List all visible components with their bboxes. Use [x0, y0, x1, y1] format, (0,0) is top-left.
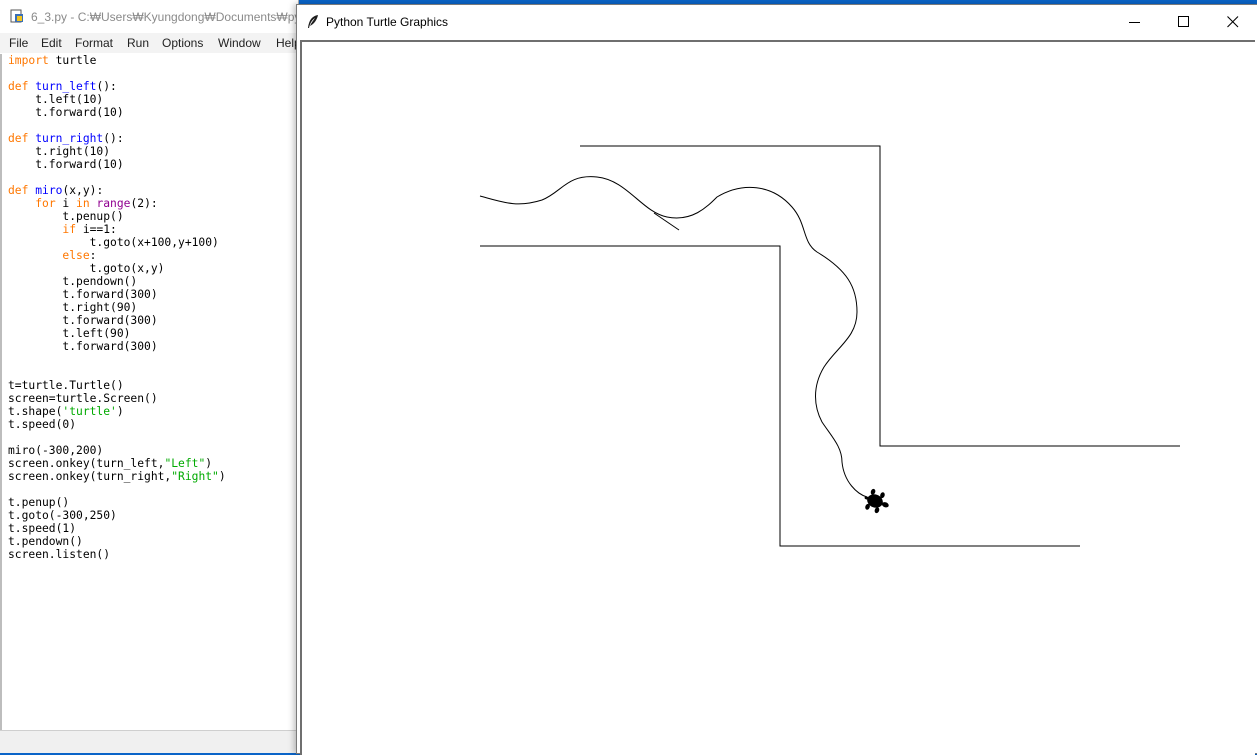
feather-icon: [308, 15, 318, 28]
close-icon: [1227, 16, 1239, 28]
idle-status-bar: [0, 730, 298, 753]
turtle-trail: [479, 176, 868, 498]
close-button[interactable]: [1210, 5, 1256, 39]
menu-run[interactable]: Run: [127, 36, 149, 50]
maze-wall-lower: [480, 245, 1080, 547]
idle-title-text: 6_3.py - C:₩Users₩Kyungdong₩Documents₩py…: [31, 10, 324, 24]
turtle-icon: [864, 488, 889, 514]
turtle-trail-branch: [653, 212, 680, 231]
idle-menu-bar: File Edit Format Run Options Window Help: [0, 33, 301, 53]
turtle-title-bar[interactable]: Python Turtle Graphics: [297, 5, 1257, 39]
editor-gutter: [0, 54, 2, 730]
menu-format[interactable]: Format: [75, 36, 113, 50]
turtle-graphics-window: Python Turtle Graphics: [296, 4, 1257, 755]
minimize-icon: [1129, 22, 1140, 23]
turtle-canvas[interactable]: [300, 40, 1255, 755]
menu-window[interactable]: Window: [218, 36, 261, 50]
turtle-window-title: Python Turtle Graphics: [326, 15, 449, 29]
idle-editor-window: 6_3.py - C:₩Users₩Kyungdong₩Documents₩py…: [0, 0, 324, 753]
python-file-icon: [10, 9, 23, 23]
maximize-button[interactable]: [1161, 5, 1207, 39]
menu-file[interactable]: File: [9, 36, 28, 50]
maximize-icon: [1178, 16, 1189, 27]
menu-options[interactable]: Options: [162, 36, 203, 50]
menu-edit[interactable]: Edit: [41, 36, 62, 50]
turtle-drawing: [479, 145, 1180, 547]
code-editor[interactable]: import turtle def turn_left(): t.left(10…: [8, 54, 226, 561]
idle-title-bar[interactable]: 6_3.py - C:₩Users₩Kyungdong₩Documents₩py…: [0, 0, 324, 34]
maze-wall-upper: [580, 145, 1180, 447]
minimize-button[interactable]: [1112, 5, 1158, 39]
